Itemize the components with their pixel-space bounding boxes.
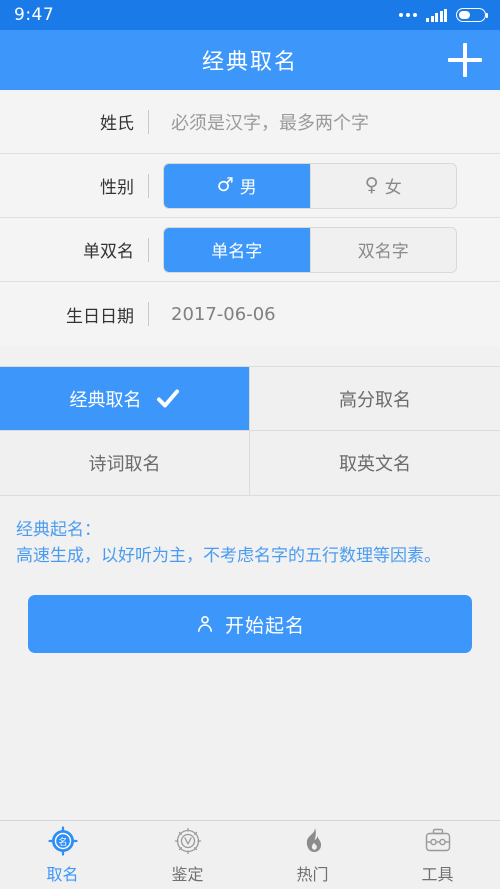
name-length-option-double[interactable]: 双名字 xyxy=(309,227,456,272)
gender-option-female[interactable]: ♀ 女 xyxy=(309,163,456,208)
divider xyxy=(148,237,149,262)
form-row-surname: 姓氏 必须是汉字，最多两个字 xyxy=(0,90,500,154)
plus-icon[interactable] xyxy=(448,43,482,77)
female-icon: ♀ xyxy=(364,174,379,196)
tab-naming-label: 取名 xyxy=(46,865,79,884)
start-naming-button[interactable]: 开始起名 xyxy=(28,595,472,653)
bottom-tab-bar: 名 取名 鉴定 热门 工具 xyxy=(0,820,500,889)
surname-label: 姓氏 xyxy=(100,114,134,134)
appraisal-compass-icon xyxy=(174,827,201,855)
mode-description: 经典起名： 高速生成，以好听为主，不考虑名字的五行数理等因素。 xyxy=(0,496,500,569)
divider xyxy=(148,173,149,198)
start-naming-section: 开始起名 xyxy=(0,569,500,653)
mode-option-highscore-label: 高分取名 xyxy=(339,389,411,411)
mode-option-classic[interactable]: 经典取名 xyxy=(0,367,250,431)
battery-icon xyxy=(456,8,488,22)
check-icon xyxy=(156,389,179,407)
app-header: 经典取名 xyxy=(0,30,500,90)
surname-input[interactable]: 必须是汉字，最多两个字 xyxy=(149,109,369,135)
toolbox-icon xyxy=(425,828,450,852)
status-bar-time: 9:47 xyxy=(14,5,55,25)
start-naming-button-label: 开始起名 xyxy=(224,614,305,637)
mode-option-poetry-label: 诗词取名 xyxy=(88,454,161,475)
tab-naming[interactable]: 名 取名 xyxy=(0,821,125,889)
gender-option-female-label: 女 xyxy=(384,178,402,198)
gender-option-male[interactable]: ♂ 男 xyxy=(164,163,310,208)
tab-hot[interactable]: 热门 xyxy=(250,821,375,889)
mode-option-classic-label: 经典取名 xyxy=(69,389,142,411)
naming-form: 姓氏 必须是汉字，最多两个字 性别 ♂ 男 ♀ 女 单双名 单名字 双名字 生日… xyxy=(0,90,500,346)
person-icon xyxy=(197,616,213,632)
mode-option-english[interactable]: 取英文名 xyxy=(250,431,500,495)
gender-label: 性别 xyxy=(100,178,134,198)
gender-option-male-label: 男 xyxy=(239,178,257,198)
male-icon: ♂ xyxy=(216,174,234,196)
status-bar: 9:47 xyxy=(0,0,500,30)
status-bar-icons xyxy=(399,8,488,22)
flame-icon xyxy=(306,828,321,852)
page-title: 经典取名 xyxy=(201,50,298,75)
name-length-label: 单双名 xyxy=(83,242,134,262)
mode-option-poetry[interactable]: 诗词取名 xyxy=(0,431,250,495)
birthday-label: 生日日期 xyxy=(66,306,134,327)
tab-appraisal-label: 鉴定 xyxy=(171,865,204,884)
mode-option-english-label: 取英文名 xyxy=(339,454,411,475)
form-row-gender: 性别 ♂ 男 ♀ 女 xyxy=(0,154,500,218)
birthday-date-field[interactable]: 2017-06-06 xyxy=(149,304,276,325)
mode-description-title: 经典起名： xyxy=(16,520,101,540)
mode-description-body: 高速生成，以好听为主，不考虑名字的五行数理等因素。 xyxy=(16,545,441,566)
form-row-name-length: 单双名 单名字 双名字 xyxy=(0,218,500,282)
app-root: 9:47 经典取名 姓氏 必须是汉字，最多两个字 性别 ♂ 男 ♀ 女 单双名 … xyxy=(0,0,500,889)
name-length-option-single[interactable]: 单名字 xyxy=(164,227,310,272)
tab-tools[interactable]: 工具 xyxy=(375,821,500,889)
tab-tools-label: 工具 xyxy=(421,865,454,884)
tab-hot-label: 热门 xyxy=(296,865,329,884)
svg-text:名: 名 xyxy=(58,836,67,848)
form-row-birthday: 生日日期 2017-06-06 xyxy=(0,282,500,346)
naming-mode-grid: 经典取名 高分取名 诗词取名 取英文名 xyxy=(0,366,500,496)
tab-appraisal[interactable]: 鉴定 xyxy=(125,821,250,889)
more-dots-icon xyxy=(399,13,417,17)
naming-compass-icon: 名 xyxy=(47,826,78,856)
signal-icon xyxy=(426,8,447,22)
naming-mode-section: 经典取名 高分取名 诗词取名 取英文名 xyxy=(0,366,500,496)
gender-segmented-control: ♂ 男 ♀ 女 xyxy=(163,162,457,209)
mode-option-highscore[interactable]: 高分取名 xyxy=(250,367,500,431)
name-length-segmented-control: 单名字 双名字 xyxy=(163,226,457,273)
